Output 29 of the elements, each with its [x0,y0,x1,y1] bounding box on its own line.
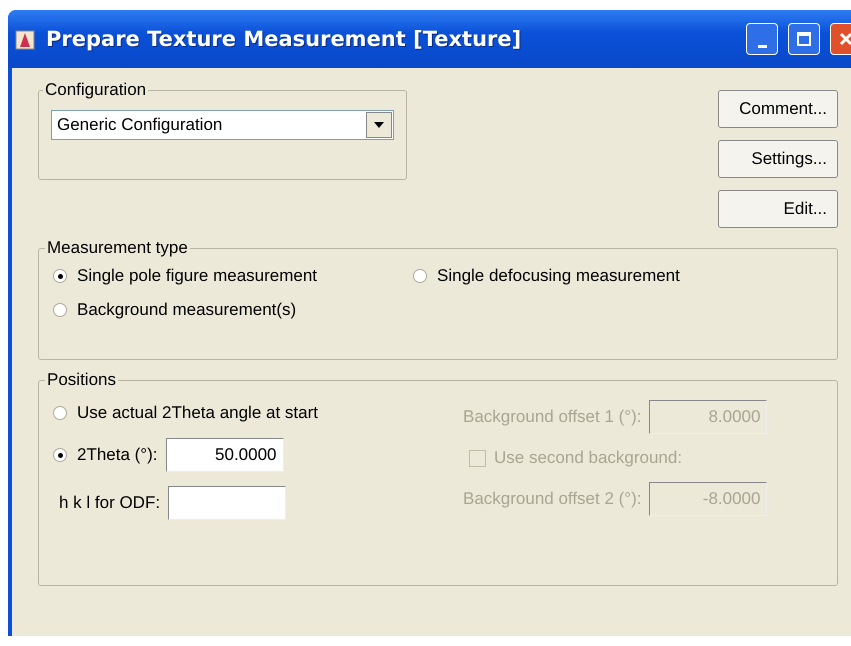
dialog-button[interactable]: Settings... [718,140,838,178]
group-label: Positions [46,370,117,390]
field-label: Background offset 1 (°): [463,407,642,427]
group-label: Configuration [44,80,148,100]
hkl-field[interactable] [168,486,286,520]
radio-option[interactable]: Single defocusing measurement [413,266,823,286]
radio-option[interactable]: Use actual 2Theta angle at start [53,403,318,423]
radio-button[interactable] [53,303,67,317]
radio-option[interactable]: Background measurement(s) [53,300,413,320]
window-title: Prepare Texture Measurement [Texture] [46,27,522,51]
radio-option[interactable]: 2Theta (°): [53,445,158,465]
dialog-button[interactable]: Edit... [718,190,838,228]
maximize-button[interactable] [788,23,820,55]
field-label: h k l for ODF: [59,493,160,513]
radio-button[interactable] [413,269,427,283]
dialog-button[interactable]: Comment... [718,90,838,128]
radio-button[interactable] [53,269,67,283]
radio-button[interactable] [53,448,67,462]
minimize-button[interactable] [746,23,778,55]
radio-button[interactable] [53,406,67,420]
radio-option[interactable]: Single pole figure measurement [53,266,413,286]
minimize-icon [758,44,766,48]
group-label: Measurement type [46,238,189,258]
checkbox-label: Use second background: [494,448,682,468]
close-icon [838,31,851,47]
field-label: Background offset 2 (°): [463,489,642,509]
maximize-icon [796,31,812,47]
configuration-dropdown[interactable]: Generic Configuration [51,110,394,140]
angle-field[interactable]: 50.0000 [166,438,284,472]
